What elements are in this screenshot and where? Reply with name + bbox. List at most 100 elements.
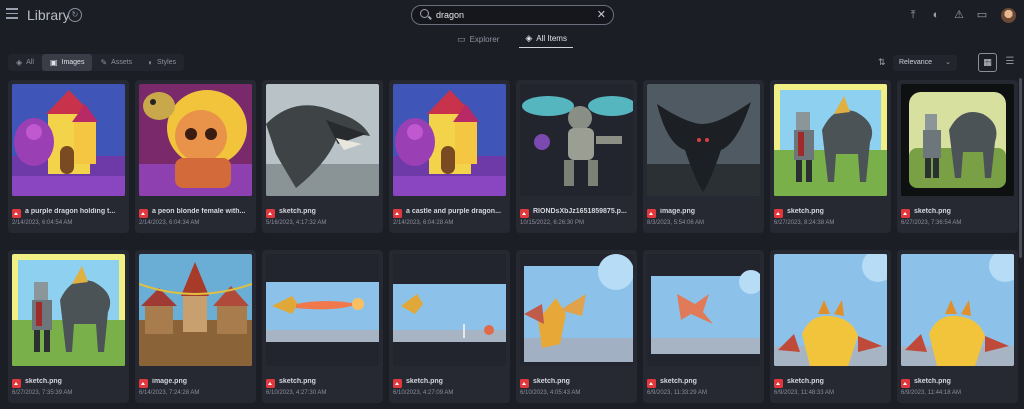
thumbnail-image (647, 84, 760, 196)
image-file-icon (901, 379, 910, 388)
image-file-icon (901, 209, 910, 218)
filter-all[interactable]: ◈ All (8, 54, 42, 71)
image-file-icon (774, 379, 783, 388)
image-card[interactable]: sketch.png 6/27/2023, 7:36:54 AM (897, 80, 1018, 233)
top-bar: Library ↻ ✕ ⤒ ◐ ⚠ ▭ (0, 0, 1024, 30)
image-card[interactable]: image.png 6/14/2023, 7:24:28 AM (135, 250, 256, 403)
page-title: Library (27, 7, 70, 23)
card-date: 8/3/2023, 5:54:06 AM (647, 220, 705, 226)
thumbnail-image (774, 84, 887, 196)
thumbnail-image (901, 84, 1014, 196)
card-title: image.png (152, 378, 188, 385)
type-filter-group: ◈ All ▣ Images ✎ Assets ◐ Styles (8, 54, 185, 71)
card-date: 6/27/2023, 7:35:39 AM (12, 390, 73, 396)
thumbnail-image (520, 84, 633, 196)
thumbnail-image (393, 254, 506, 366)
image-file-icon (139, 209, 148, 218)
image-file-icon (139, 379, 148, 388)
tab-explorer[interactable]: ▭ Explorer (451, 30, 505, 48)
card-title: image.png (660, 208, 696, 215)
tab-all-items[interactable]: ◈ All Items (519, 30, 573, 48)
image-card[interactable]: sketch.png 5/16/2023, 4:17:32 AM (262, 80, 383, 233)
card-title: sketch.png (787, 378, 824, 385)
folder-icon: ▭ (457, 33, 466, 44)
image-card[interactable]: sketch.png 6/9/2023, 11:33:29 AM (643, 250, 764, 403)
card-date: 6/14/2023, 7:24:28 AM (139, 390, 200, 396)
image-card[interactable]: sketch.png 6/9/2023, 11:48:33 AM (770, 250, 891, 403)
image-card[interactable]: a peon blonde female with... 2/14/2023, 6… (135, 80, 256, 233)
warning-icon[interactable]: ⚠ (950, 6, 968, 24)
folder-icon[interactable]: ▭ (973, 6, 991, 24)
search-icon (420, 9, 429, 18)
card-date: 6/10/2023, 4:05:43 AM (520, 390, 581, 396)
card-date: 6/10/2023, 4:27:09 AM (393, 390, 454, 396)
card-title: sketch.png (787, 208, 824, 215)
filter-label: All (26, 59, 34, 66)
card-date: 2/14/2023, 6:04:28 AM (393, 220, 454, 226)
card-title: sketch.png (279, 378, 316, 385)
thumbnail-image (774, 254, 887, 366)
card-date: 2/14/2023, 6:04:54 AM (12, 220, 73, 226)
image-file-icon (647, 209, 656, 218)
image-file-icon (393, 209, 402, 218)
search-input[interactable] (436, 8, 586, 22)
card-title: sketch.png (914, 208, 951, 215)
image-card[interactable]: a purple dragon holding t... 2/14/2023, 6… (8, 80, 129, 233)
card-title: sketch.png (660, 378, 697, 385)
refresh-icon[interactable]: ↻ (68, 8, 82, 22)
avatar[interactable] (1001, 7, 1016, 23)
image-card[interactable]: sketch.png 6/27/2023, 8:24:38 AM (770, 80, 891, 233)
image-file-icon (774, 209, 783, 218)
thumbnail-image (266, 254, 379, 366)
image-card[interactable]: sketch.png 6/9/2023, 11:44:18 AM (897, 250, 1018, 403)
card-date: 2/14/2023, 6:04:34 AM (139, 220, 200, 226)
pencil-icon: ✎ (100, 58, 108, 67)
filter-bar: ◈ All ▣ Images ✎ Assets ◐ Styles ⇅ Relev… (0, 53, 1024, 73)
image-card[interactable]: sketch.png 6/27/2023, 7:35:39 AM (8, 250, 129, 403)
filter-label: Styles (157, 59, 177, 66)
image-file-icon (647, 379, 656, 388)
card-date: 10/15/2022, 6:26:30 PM (520, 220, 585, 226)
thumbnail-image (139, 84, 252, 196)
filter-assets[interactable]: ✎ Assets (92, 54, 140, 71)
top-actions: ⤒ ◐ ⚠ ▭ (899, 6, 1016, 24)
image-file-icon (266, 379, 275, 388)
thumbnail-image (12, 254, 125, 366)
thumbnail-image (647, 254, 760, 366)
card-title: a peon blonde female with... (152, 208, 246, 215)
chevron-down-icon: ⌄ (945, 59, 951, 66)
image-card[interactable]: sketch.png 6/10/2023, 4:27:09 AM (389, 250, 510, 403)
grid-view-icon[interactable]: ▦ (978, 53, 997, 72)
image-card[interactable]: sketch.png 6/10/2023, 4:27:30 AM (262, 250, 383, 403)
upload-icon[interactable]: ⤒ (904, 6, 922, 24)
clear-search-icon[interactable]: ✕ (597, 8, 606, 21)
thumbnail-image (139, 254, 252, 366)
thumbnail-image (901, 254, 1014, 366)
card-date: 6/9/2023, 11:44:18 AM (901, 390, 961, 396)
search-box[interactable]: ✕ (411, 5, 614, 25)
card-date: 5/16/2023, 4:17:32 AM (266, 220, 327, 226)
scrollbar[interactable] (1019, 78, 1022, 258)
menu-icon[interactable] (6, 8, 18, 20)
sort-dropdown[interactable]: Relevance ⌄ (893, 55, 957, 71)
filter-images[interactable]: ▣ Images (41, 54, 93, 71)
image-card[interactable]: a castle and purple dragon... 2/14/2023, … (389, 80, 510, 233)
card-title: a purple dragon holding t... (25, 208, 116, 215)
sort-icon[interactable]: ⇅ (878, 57, 886, 68)
image-file-icon (520, 379, 529, 388)
tab-label: Explorer (469, 34, 500, 44)
palette-icon[interactable]: ◐ (927, 6, 945, 24)
image-card[interactable]: sketch.png 6/10/2023, 4:05:43 AM (516, 250, 637, 403)
thumbnail-image (266, 84, 379, 196)
image-card[interactable]: image.png 8/3/2023, 5:54:06 AM (643, 80, 764, 233)
view-tabs: ▭ Explorer ◈ All Items (0, 30, 1024, 48)
filter-styles[interactable]: ◐ Styles (140, 54, 184, 71)
thumbnail-image (393, 84, 506, 196)
list-view-icon[interactable]: ☰ (1003, 55, 1017, 69)
image-card[interactable]: RIONDsXbJz1651859875.p... 10/15/2022, 6:2… (516, 80, 637, 233)
tab-label: All Items (536, 34, 567, 43)
card-date: 6/10/2023, 4:27:30 AM (266, 390, 327, 396)
card-date: 6/9/2023, 11:48:33 AM (774, 390, 834, 396)
thumbnail-image (12, 84, 125, 196)
filter-label: Images (61, 59, 85, 66)
